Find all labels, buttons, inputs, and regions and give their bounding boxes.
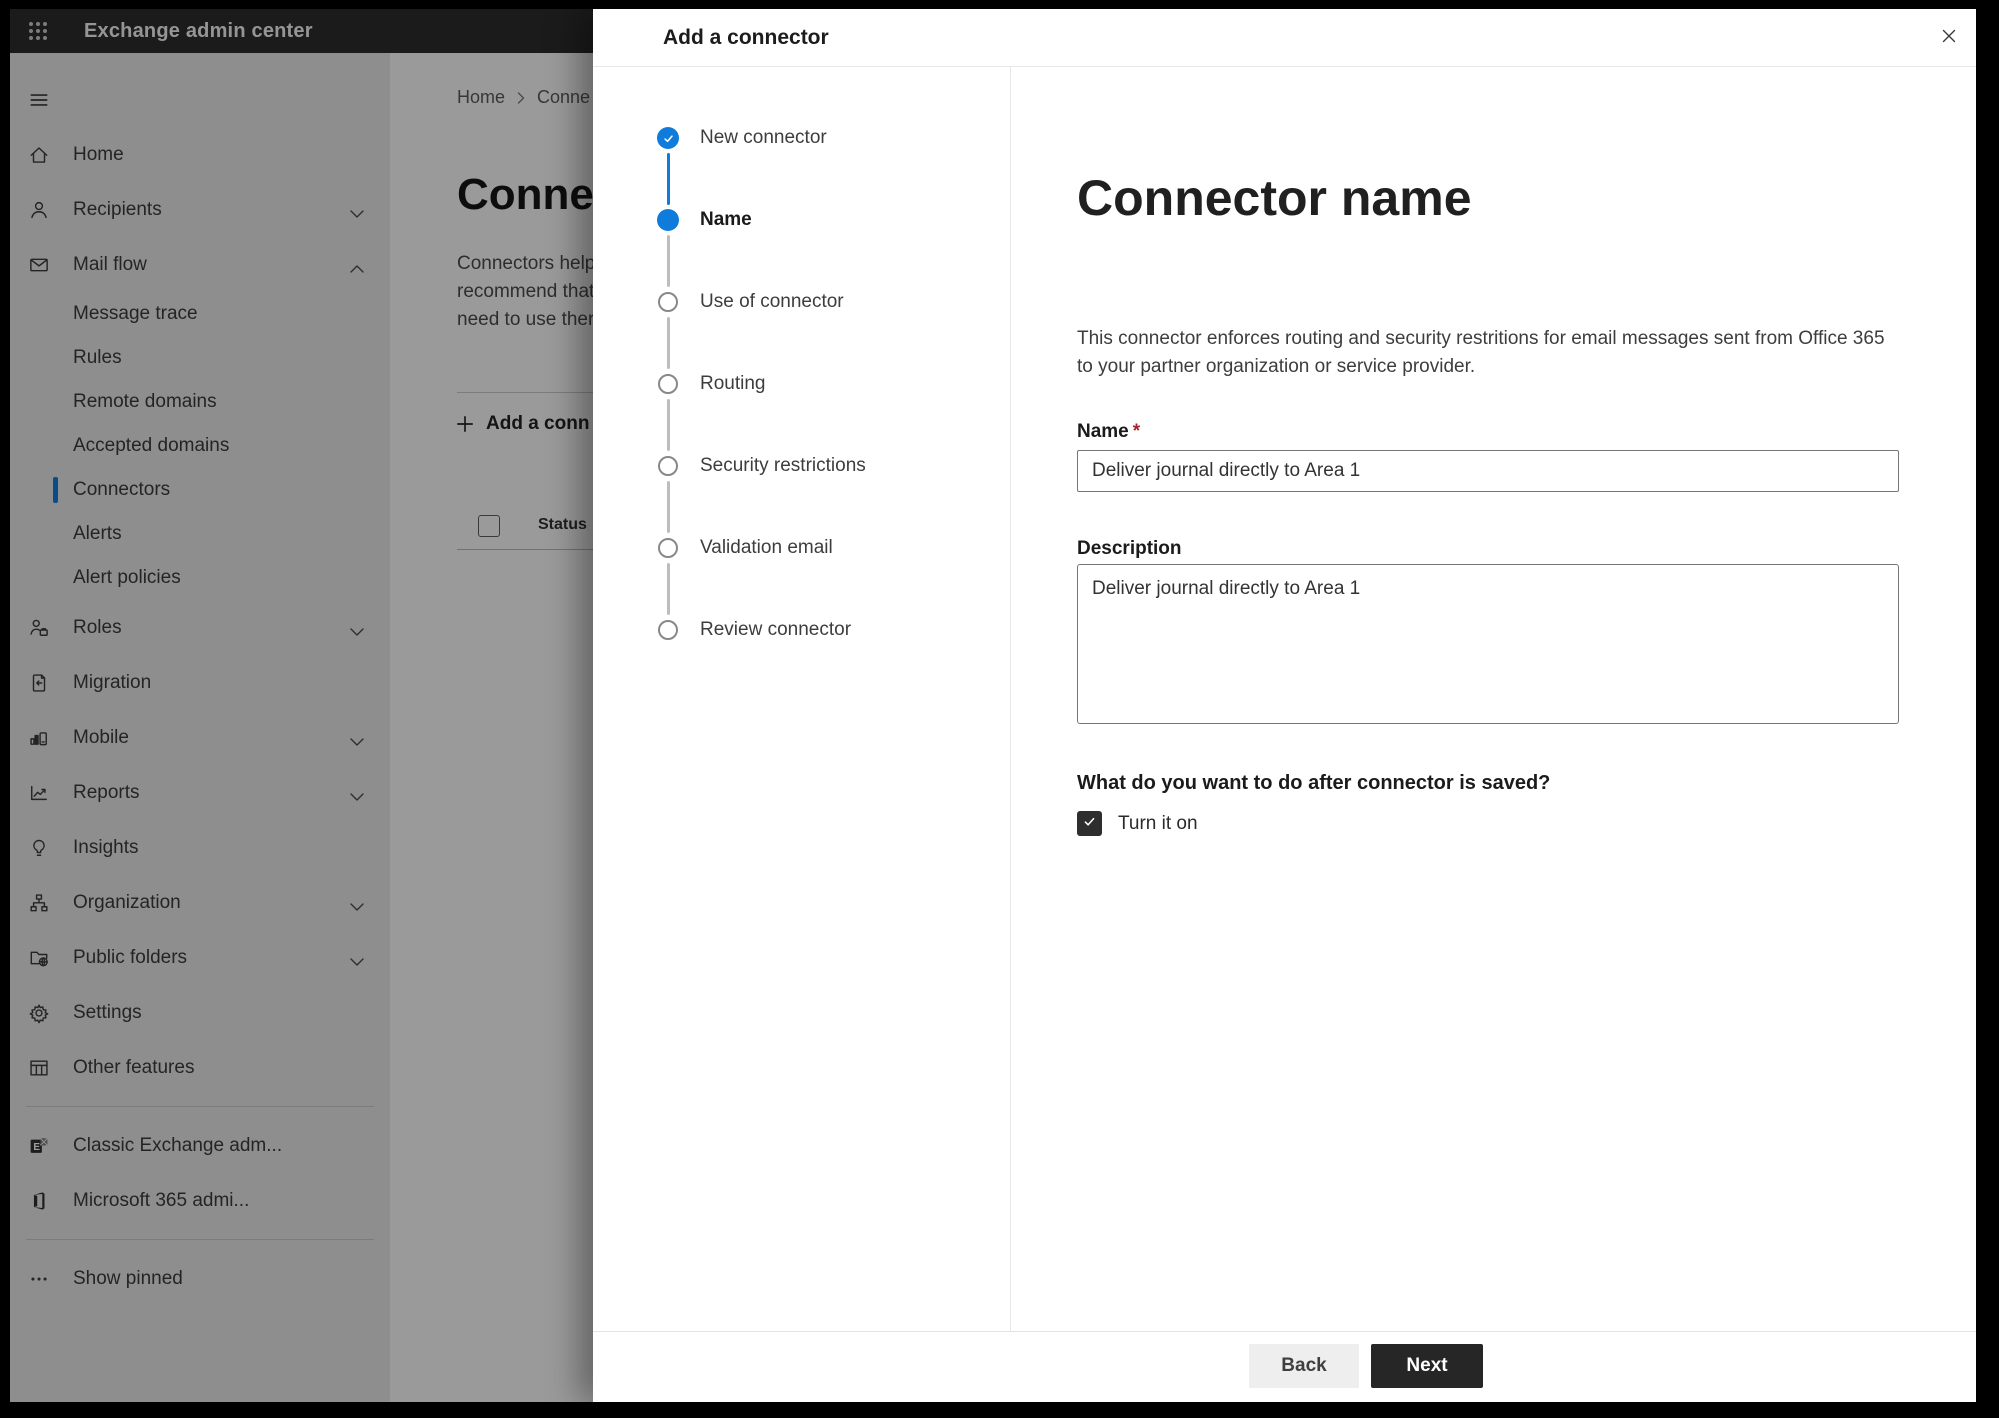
stepper-connector-line <box>667 399 670 451</box>
stepper-connector-line <box>667 563 670 615</box>
stepper: New connector Name Use of connector Routing… <box>593 67 1011 1332</box>
panel-title: Add a connector <box>663 25 829 49</box>
after-save-question: What do you want to do after connector i… <box>1077 772 1551 794</box>
close-icon <box>1939 26 1959 49</box>
panel-body: New connector Name Use of connector Routing… <box>593 67 1976 1332</box>
stepper-step-use-of-connector[interactable]: Use of connector <box>700 290 844 314</box>
stepper-step-new-connector[interactable]: New connector <box>700 126 827 150</box>
stepper-step-name[interactable]: Name <box>700 208 752 232</box>
description-field-label: Description <box>1077 538 1182 559</box>
step-circle-icon <box>658 538 678 558</box>
name-label-text: Name <box>1077 421 1129 442</box>
description-textarea[interactable] <box>1077 564 1899 724</box>
add-connector-panel: Add a connector New connector Name Use of … <box>593 9 1976 1402</box>
step-circle-icon <box>658 374 678 394</box>
name-input[interactable] <box>1077 450 1899 492</box>
step-completed-check-icon <box>657 127 679 149</box>
required-asterisk: * <box>1132 421 1141 442</box>
step-circle-icon <box>657 209 679 231</box>
panel-header: Add a connector <box>593 9 1976 67</box>
checkmark-icon <box>1082 814 1097 834</box>
stepper-step-security-restrictions[interactable]: Security restrictions <box>700 454 866 478</box>
stepper-step-review-connector[interactable]: Review connector <box>700 618 851 642</box>
step-circle-icon <box>658 620 678 640</box>
step-title: Connector name <box>1077 170 1472 226</box>
panel-footer: Back Next <box>593 1331 1976 1402</box>
back-button[interactable]: Back <box>1249 1344 1359 1388</box>
stepper-connector-line <box>667 317 670 369</box>
stepper-connector-line <box>667 481 670 533</box>
step-content: Connector name This connector enforces r… <box>1011 67 1976 1332</box>
next-button[interactable]: Next <box>1371 1344 1483 1388</box>
stepper-step-routing[interactable]: Routing <box>700 372 766 396</box>
close-button[interactable] <box>1934 22 1964 52</box>
stepper-step-validation-email[interactable]: Validation email <box>700 536 833 560</box>
turn-it-on-label: Turn it on <box>1118 812 1198 834</box>
screen: Exchange admin center Home Recipients Mail… <box>0 0 1999 1418</box>
step-circle-icon <box>658 456 678 476</box>
stepper-connector-line <box>667 153 670 205</box>
step-description: This connector enforces routing and secu… <box>1077 328 1885 377</box>
turn-it-on-checkbox[interactable] <box>1077 811 1102 836</box>
stepper-connector-line <box>667 235 670 287</box>
step-circle-icon <box>658 292 678 312</box>
app-window: Exchange admin center Home Recipients Mail… <box>10 9 1976 1402</box>
turn-it-on-row: Turn it on <box>1077 811 1976 836</box>
name-field-label: Name * <box>1077 420 1976 444</box>
